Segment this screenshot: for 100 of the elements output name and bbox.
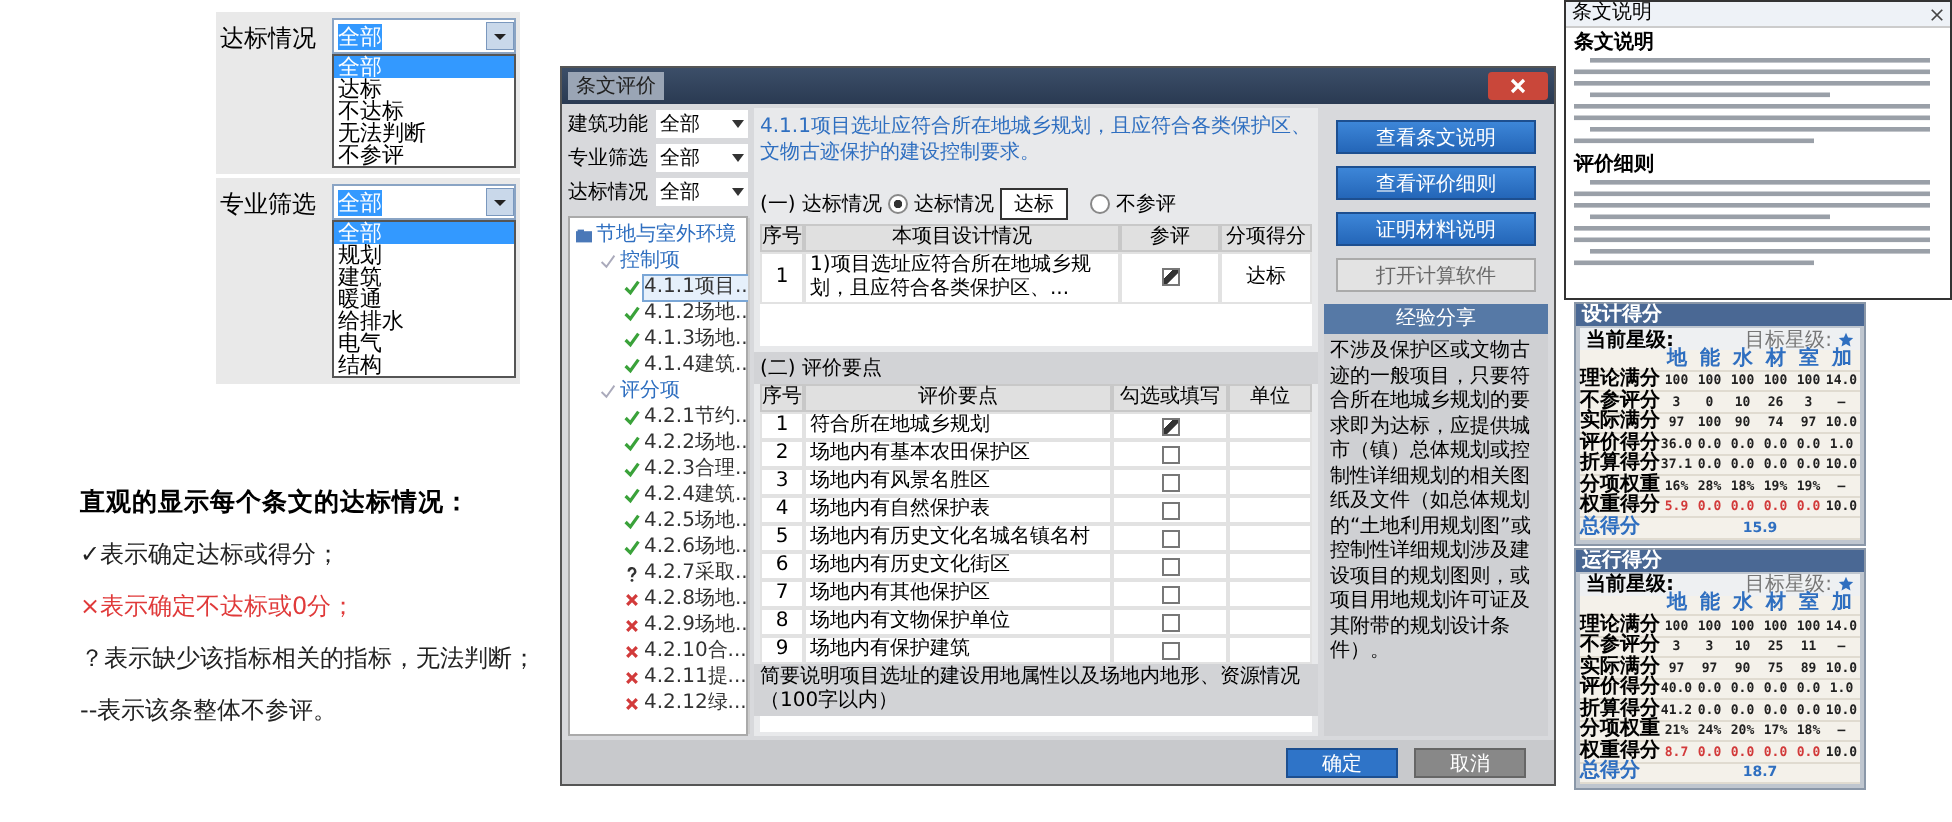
dropdown-option[interactable]: 规划 bbox=[334, 244, 514, 266]
cancel-button[interactable]: 取消 bbox=[1414, 747, 1526, 777]
checkbox[interactable] bbox=[1161, 585, 1179, 603]
tree-item[interactable]: 4.2.2场地.. bbox=[644, 431, 748, 455]
row-label: 评价得分 bbox=[1580, 678, 1660, 699]
dropdown[interactable]: 全部 bbox=[656, 144, 748, 172]
tree-item[interactable]: 4.2.8场地.. bbox=[644, 587, 748, 611]
column-header: 材 bbox=[1763, 349, 1786, 370]
table-cell: 场地内有风景名胜区 bbox=[804, 468, 1112, 496]
close-icon[interactable] bbox=[1488, 72, 1548, 100]
radio-label[interactable]: 达标情况 bbox=[913, 189, 994, 218]
tree-item[interactable]: 4.2.7采取.. bbox=[644, 561, 748, 585]
checkbox[interactable] bbox=[1161, 417, 1179, 435]
radio-label[interactable]: 不参评 bbox=[1115, 189, 1176, 218]
tree-item[interactable]: 4.1.3场地.. bbox=[644, 327, 748, 351]
tree-item[interactable]: 4.2.6场地.. bbox=[644, 535, 748, 559]
tip-text: 不涉及保护区或文物古迹的一般项目，只要符合所在地城乡规划的要求即为达标，应提供城市（镇）总体规划或控制性详细规划的相关图纸及文件（如总体规划的“土地利用规划图”或控制性详细规划涉及建设项目的规划图则，或项目用地规划许可证及其附带的规划设计条件）。 bbox=[1324, 334, 1548, 736]
dropdown-option[interactable]: 无法判断 bbox=[334, 122, 514, 144]
column-header: 室 bbox=[1798, 349, 1819, 370]
checkbox[interactable] bbox=[1161, 557, 1179, 575]
tree-item[interactable]: 控制项 bbox=[620, 249, 680, 273]
input-field[interactable] bbox=[760, 716, 1312, 732]
dropdown-option[interactable]: 结构 bbox=[334, 354, 514, 376]
tree-item[interactable]: 4.2.9场地.. bbox=[644, 613, 748, 637]
radio-button[interactable] bbox=[1089, 193, 1110, 214]
question-icon bbox=[624, 565, 640, 581]
checkbox[interactable] bbox=[1161, 529, 1179, 547]
tree-item[interactable]: 4.2.5场地.. bbox=[644, 509, 748, 533]
star-label: 当前星级: bbox=[1586, 571, 1674, 596]
tree-item[interactable]: 4.1.4建筑.. bbox=[644, 353, 748, 377]
row-label: 总得分 bbox=[1580, 517, 1642, 538]
row-label: 实际满分 bbox=[1580, 657, 1660, 678]
star-label: 目标星级: bbox=[1745, 571, 1832, 596]
column-header: 参评 bbox=[1120, 223, 1220, 252]
tree-item[interactable]: 4.2.12绿... bbox=[644, 691, 747, 715]
legend-text: ？表示缺少该指标相关的指标，无法判断； bbox=[80, 642, 536, 676]
column-header: 单位 bbox=[1228, 384, 1312, 412]
dropdown-option[interactable]: 电气 bbox=[334, 332, 514, 354]
dropdown-option[interactable]: 暖通 bbox=[334, 288, 514, 310]
filter-label: 达标情况 bbox=[220, 22, 318, 56]
window-title: 条文说明 bbox=[1572, 2, 1652, 26]
tree-item[interactable]: 4.1.1项目.. bbox=[644, 275, 748, 299]
checkbox[interactable] bbox=[1161, 445, 1179, 463]
dropdown-option[interactable]: 不达标 bbox=[334, 100, 514, 122]
dropdown-option[interactable]: 不参评 bbox=[334, 144, 514, 166]
dropdown-option[interactable]: 建筑 bbox=[334, 266, 514, 288]
close-icon[interactable] bbox=[1930, 7, 1944, 21]
section-heading: 评价细则 bbox=[1574, 154, 1656, 176]
action-button[interactable]: 查看评价细则 bbox=[1336, 166, 1536, 200]
action-button[interactable]: 证明材料说明 bbox=[1336, 212, 1536, 246]
panel-header: 运行得分 bbox=[1576, 549, 1864, 571]
column-header: 材 bbox=[1763, 594, 1786, 615]
row-label: 总得分 bbox=[1580, 762, 1642, 783]
table-cell: 1 bbox=[760, 412, 804, 440]
field-label: 简要说明项目选址的建设用地属性以及场地内地形、资源情况（100字以内） bbox=[754, 664, 1318, 716]
row-label: 折算得分 bbox=[1580, 454, 1660, 475]
column-header: 水 bbox=[1730, 349, 1753, 370]
filter-label: 建筑功能 bbox=[568, 111, 650, 138]
tree-item[interactable]: 4.2.11提... bbox=[644, 665, 747, 689]
column-header: 序号 bbox=[760, 223, 804, 252]
tree-item[interactable]: 评分项 bbox=[620, 379, 680, 403]
column-header: 能 bbox=[1697, 349, 1722, 370]
table-cell: 9 bbox=[760, 636, 804, 664]
filter-label: 达标情况 bbox=[568, 179, 650, 206]
checkbox[interactable] bbox=[1161, 613, 1179, 631]
tree-item[interactable]: 4.2.1节约.. bbox=[644, 405, 748, 429]
column-header: 能 bbox=[1697, 594, 1722, 615]
star-label: 当前星级: bbox=[1586, 327, 1674, 351]
checkbox[interactable] bbox=[1161, 473, 1179, 491]
radio-button[interactable] bbox=[887, 193, 908, 214]
row-label: 理论满分 bbox=[1580, 615, 1660, 636]
column-header: 评价要点 bbox=[804, 384, 1112, 412]
column-header: 本项目设计情况 bbox=[804, 223, 1120, 252]
folder-icon bbox=[576, 227, 592, 243]
dropdown-option[interactable]: 达标 bbox=[334, 78, 514, 100]
row-label: 分项权重 bbox=[1580, 720, 1660, 741]
column-header: 水 bbox=[1730, 594, 1753, 615]
action-button[interactable]: 查看条文说明 bbox=[1336, 120, 1536, 154]
row-label: 权重得分 bbox=[1580, 496, 1660, 517]
tree-item[interactable]: 4.2.4建筑.. bbox=[644, 483, 748, 507]
tree-item[interactable]: 节地与室外环境 bbox=[596, 223, 736, 247]
column-header: 加 bbox=[1829, 594, 1854, 615]
status-field[interactable]: 达标 bbox=[999, 187, 1068, 220]
dropdown[interactable]: 全部 bbox=[656, 178, 748, 206]
checkbox[interactable] bbox=[1161, 501, 1179, 519]
checkbox[interactable] bbox=[1161, 641, 1179, 659]
column-header: 室 bbox=[1798, 594, 1819, 615]
tree-item[interactable]: 4.2.3合理.. bbox=[644, 457, 748, 481]
scrollbar[interactable] bbox=[747, 218, 750, 734]
column-header: 地 bbox=[1666, 349, 1689, 370]
row-label: 不参评分 bbox=[1580, 636, 1660, 657]
dropdown[interactable]: 全部 bbox=[656, 110, 748, 138]
checkbox[interactable] bbox=[1161, 268, 1179, 287]
table-cell: 2 bbox=[760, 440, 804, 468]
confirm-button[interactable]: 确定 bbox=[1286, 747, 1398, 777]
tree-item[interactable]: 4.2.10合... bbox=[644, 639, 747, 663]
tree-item[interactable]: 4.1.2场地.. bbox=[644, 301, 748, 325]
caret-icon bbox=[486, 188, 514, 216]
dropdown-option[interactable]: 给排水 bbox=[334, 310, 514, 332]
filter-label: 专业筛选 bbox=[568, 145, 650, 172]
